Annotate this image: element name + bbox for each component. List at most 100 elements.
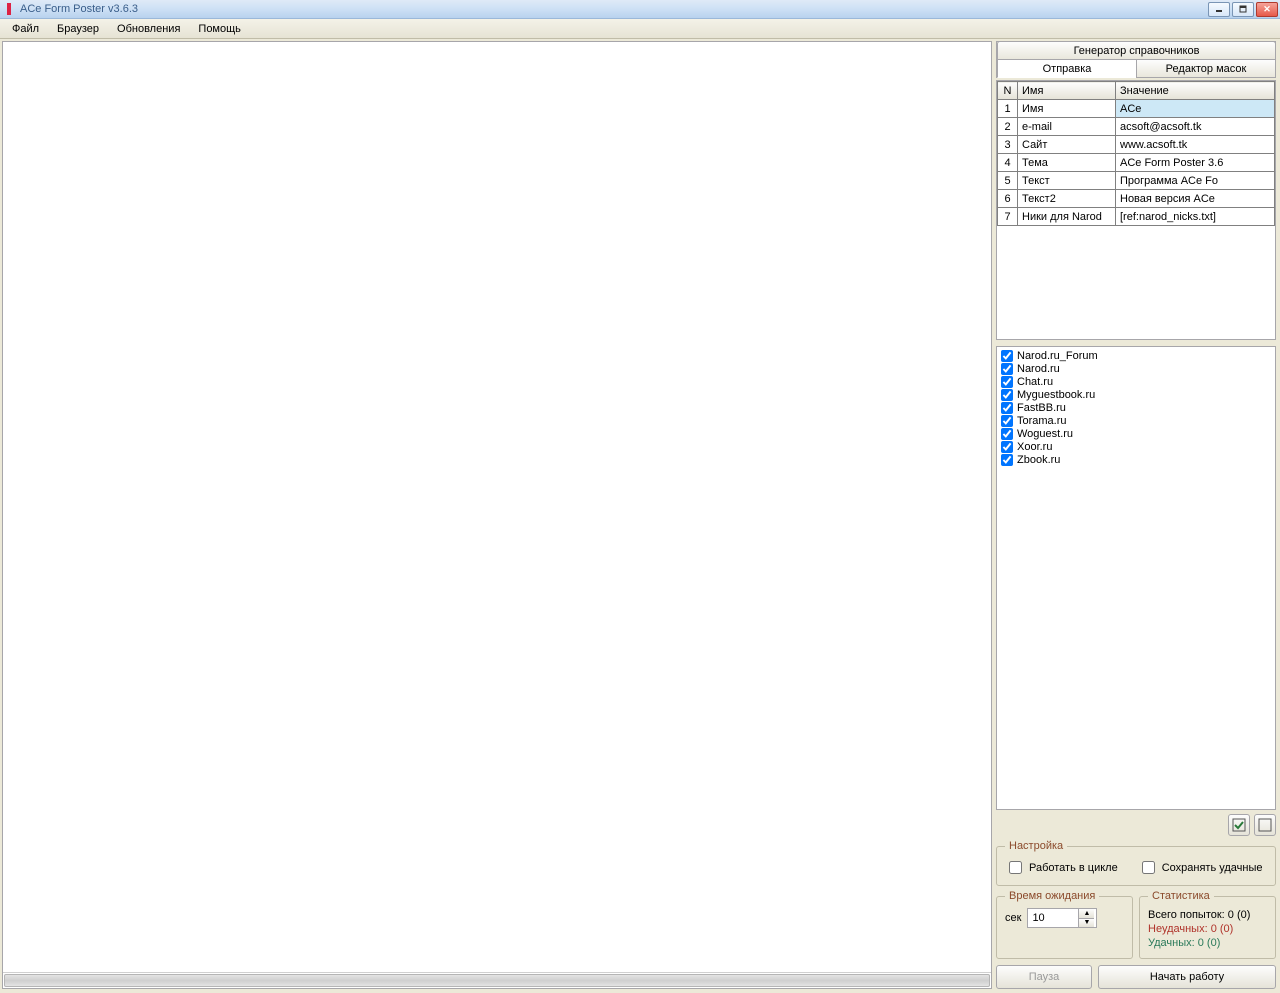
table-row[interactable]: 7 Ники для Narod [ref:narod_nicks.txt] <box>998 208 1275 226</box>
stats-fail: Неудачных: 0 (0) <box>1148 922 1267 936</box>
uncheck-icon <box>1258 818 1272 832</box>
site-checkbox[interactable] <box>1001 428 1013 440</box>
sites-list: Narod.ru_Forum Narod.ru Chat.ru Myguestb… <box>996 346 1276 810</box>
cell-value[interactable]: [ref:narod_nicks.txt] <box>1116 208 1275 226</box>
cell-name: e-mail <box>1018 118 1116 136</box>
table-row[interactable]: 4 Тема ACe Form Poster 3.6 <box>998 154 1275 172</box>
site-label: Woguest.ru <box>1017 428 1073 440</box>
site-label: Chat.ru <box>1017 376 1053 388</box>
cell-n: 2 <box>998 118 1018 136</box>
site-label: Narod.ru <box>1017 363 1060 375</box>
settings-group: Настройка Работать в цикле Сохранять уда… <box>996 840 1276 886</box>
cell-value[interactable]: Программа ACe Fo <box>1116 172 1275 190</box>
params-header-n[interactable]: N <box>998 82 1018 100</box>
list-item[interactable]: Narod.ru <box>1001 362 1271 375</box>
site-checkbox[interactable] <box>1001 363 1013 375</box>
site-label: Narod.ru_Forum <box>1017 350 1098 362</box>
menu-help[interactable]: Помощь <box>190 21 249 37</box>
spin-up[interactable]: ▲ <box>1079 909 1094 919</box>
list-item[interactable]: Torama.ru <box>1001 414 1271 427</box>
list-item[interactable]: Xoor.ru <box>1001 440 1271 453</box>
table-row[interactable]: 5 Текст Программа ACe Fo <box>998 172 1275 190</box>
list-item[interactable]: Myguestbook.ru <box>1001 388 1271 401</box>
site-checkbox[interactable] <box>1001 441 1013 453</box>
cell-name: Имя <box>1018 100 1116 118</box>
menu-file[interactable]: Файл <box>4 21 47 37</box>
params-header-value[interactable]: Значение <box>1116 82 1275 100</box>
cell-n: 5 <box>998 172 1018 190</box>
start-button[interactable]: Начать работу <box>1098 965 1276 989</box>
sites-actions <box>996 810 1276 840</box>
titlebar: ACe Form Poster v3.6.3 ✕ <box>0 0 1280 19</box>
tab-generator[interactable]: Генератор справочников <box>997 41 1276 60</box>
cell-name: Текст2 <box>1018 190 1116 208</box>
site-checkbox[interactable] <box>1001 402 1013 414</box>
menu-updates[interactable]: Обновления <box>109 21 188 37</box>
cell-n: 6 <box>998 190 1018 208</box>
window-controls: ✕ <box>1208 2 1278 17</box>
cell-n: 4 <box>998 154 1018 172</box>
saveok-option[interactable]: Сохранять удачные <box>1138 858 1263 877</box>
site-checkbox[interactable] <box>1001 415 1013 427</box>
wait-group: Время ожидания сек ▲ ▼ <box>996 890 1133 959</box>
menubar: Файл Браузер Обновления Помощь <box>0 19 1280 39</box>
params-table: N Имя Значение 1 Имя ACe 2 e <box>997 81 1275 226</box>
tab-send[interactable]: Отправка <box>997 59 1137 78</box>
app-icon <box>2 2 16 16</box>
stats-total: Всего попыток: 0 (0) <box>1148 908 1267 922</box>
list-item[interactable]: Woguest.ru <box>1001 427 1271 440</box>
site-label: Xoor.ru <box>1017 441 1052 453</box>
loop-label: Работать в цикле <box>1029 862 1118 874</box>
site-label: Myguestbook.ru <box>1017 389 1095 401</box>
list-item[interactable]: Narod.ru_Forum <box>1001 349 1271 362</box>
list-item[interactable]: FastBB.ru <box>1001 401 1271 414</box>
minimize-button[interactable] <box>1208 2 1230 17</box>
list-item[interactable]: Chat.ru <box>1001 375 1271 388</box>
table-row[interactable]: 6 Текст2 Новая версия ACe <box>998 190 1275 208</box>
cell-name: Текст <box>1018 172 1116 190</box>
site-label: FastBB.ru <box>1017 402 1066 414</box>
table-row[interactable]: 1 Имя ACe <box>998 100 1275 118</box>
stats-legend: Статистика <box>1148 890 1214 902</box>
cell-value[interactable]: acsoft@acsoft.tk <box>1116 118 1275 136</box>
table-row[interactable]: 3 Сайт www.acsoft.tk <box>998 136 1275 154</box>
cell-value[interactable]: ACe Form Poster 3.6 <box>1116 154 1275 172</box>
settings-legend: Настройка <box>1005 840 1067 852</box>
close-button[interactable]: ✕ <box>1256 2 1278 17</box>
spin-down[interactable]: ▼ <box>1079 919 1094 928</box>
site-checkbox[interactable] <box>1001 376 1013 388</box>
cell-n: 7 <box>998 208 1018 226</box>
cell-n: 1 <box>998 100 1018 118</box>
cell-value[interactable]: Новая версия ACe <box>1116 190 1275 208</box>
uncheck-all-button[interactable] <box>1254 814 1276 836</box>
site-checkbox[interactable] <box>1001 454 1013 466</box>
cell-value[interactable]: www.acsoft.tk <box>1116 136 1275 154</box>
cell-value[interactable]: ACe <box>1116 100 1275 118</box>
check-all-button[interactable] <box>1228 814 1250 836</box>
tab-masks[interactable]: Редактор масок <box>1136 59 1276 78</box>
site-label: Zbook.ru <box>1017 454 1060 466</box>
maximize-button[interactable] <box>1232 2 1254 17</box>
check-icon <box>1232 818 1246 832</box>
saveok-label: Сохранять удачные <box>1162 862 1263 874</box>
params-header-name[interactable]: Имя <box>1018 82 1116 100</box>
seconds-input[interactable] <box>1028 909 1078 927</box>
wait-legend: Время ожидания <box>1005 890 1099 902</box>
cell-name: Сайт <box>1018 136 1116 154</box>
saveok-checkbox[interactable] <box>1142 861 1155 874</box>
loop-checkbox[interactable] <box>1009 861 1022 874</box>
menu-browser[interactable]: Браузер <box>49 21 107 37</box>
browser-view <box>2 41 992 989</box>
loop-option[interactable]: Работать в цикле <box>1005 858 1118 877</box>
stats-ok: Удачных: 0 (0) <box>1148 936 1267 950</box>
seconds-spinner[interactable]: ▲ ▼ <box>1027 908 1097 928</box>
window-title: ACe Form Poster v3.6.3 <box>20 3 1208 15</box>
table-row[interactable]: 2 e-mail acsoft@acsoft.tk <box>998 118 1275 136</box>
site-checkbox[interactable] <box>1001 389 1013 401</box>
progress-bar <box>4 974 990 987</box>
site-checkbox[interactable] <box>1001 350 1013 362</box>
cell-name: Тема <box>1018 154 1116 172</box>
list-item[interactable]: Zbook.ru <box>1001 453 1271 466</box>
pause-button[interactable]: Пауза <box>996 965 1092 989</box>
params-table-container: N Имя Значение 1 Имя ACe 2 e <box>996 80 1276 340</box>
